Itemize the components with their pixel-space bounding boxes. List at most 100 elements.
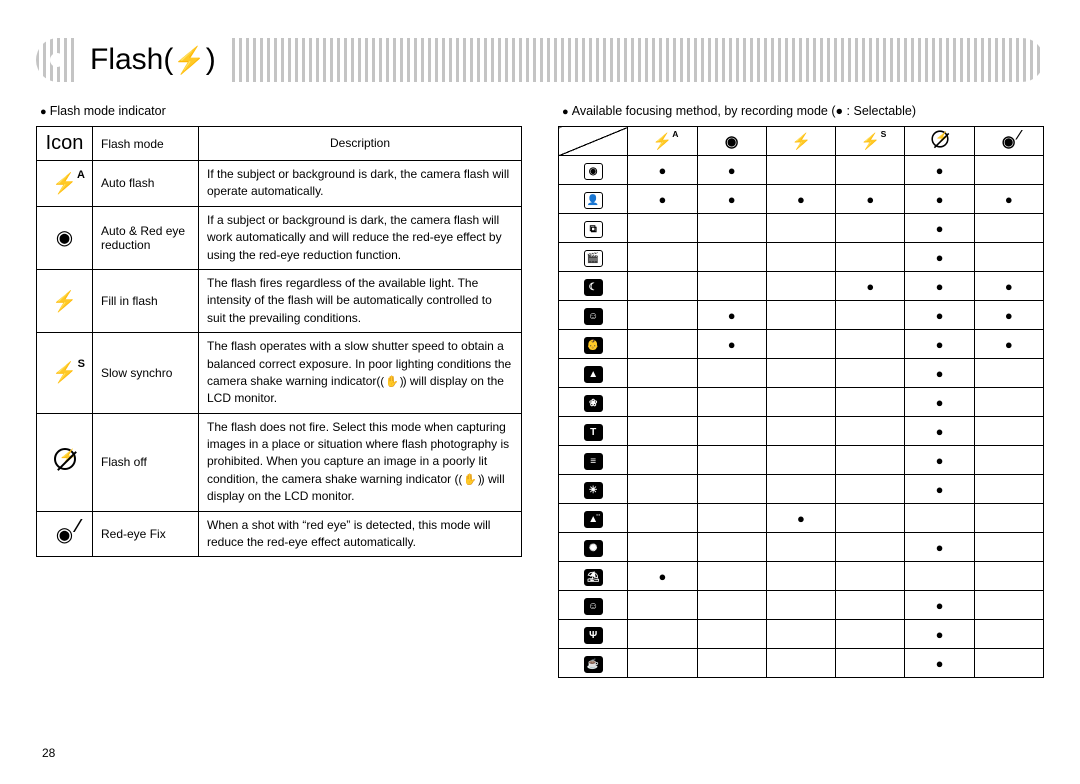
matrix-row-header: ☀ <box>559 475 628 504</box>
flash-mode-table: Icon Flash mode Description Auto flashIf… <box>36 126 522 557</box>
matrix-cell <box>836 562 905 591</box>
matrix-cell <box>766 214 835 243</box>
matrix-col-header: ◉ <box>697 127 766 156</box>
matrix-cell <box>766 504 835 533</box>
landscape-mode-icon: ▲ <box>584 366 603 383</box>
matrix-cell <box>766 388 835 417</box>
row-icon-cell <box>37 161 93 207</box>
row-mode-cell: Auto flash <box>93 161 199 207</box>
row-icon-cell <box>37 269 93 332</box>
matrix-cell <box>974 301 1043 330</box>
red-eye-fix-icon <box>1002 131 1016 151</box>
matrix-row: ◉ <box>559 156 1044 185</box>
matrix-row-header: 👤 <box>559 185 628 214</box>
matrix-row-header: ☺ <box>559 591 628 620</box>
matrix-cell <box>974 620 1043 649</box>
matrix-row-header: Ψ <box>559 620 628 649</box>
matrix-row: ☀ <box>559 475 1044 504</box>
matrix-cell <box>697 214 766 243</box>
selfshot-mode-icon: ☺ <box>584 598 603 615</box>
firework-mode-icon: ✺ <box>584 540 603 557</box>
matrix-cell <box>766 272 835 301</box>
matrix-cell <box>628 214 697 243</box>
matrix-cell <box>766 243 835 272</box>
matrix-cell <box>836 272 905 301</box>
matrix-row: ☺ <box>559 591 1044 620</box>
matrix-col-header <box>905 127 974 156</box>
flash-slow-icon <box>52 360 77 385</box>
matrix-cell <box>628 185 697 214</box>
title-tail: ) <box>206 43 216 77</box>
matrix-cell <box>628 591 697 620</box>
flash-icon <box>52 289 77 314</box>
matrix-cell <box>974 156 1043 185</box>
matrix-row-header: ❀ <box>559 388 628 417</box>
matrix-cell <box>697 446 766 475</box>
backlight-mode-icon: ▲̈ <box>584 511 603 528</box>
matrix-cell <box>836 214 905 243</box>
matrix-cell <box>697 417 766 446</box>
matrix-cell <box>905 475 974 504</box>
matrix-cell <box>974 417 1043 446</box>
table-row: Auto flashIf the subject or background i… <box>37 161 522 207</box>
matrix-cell <box>836 620 905 649</box>
matrix-cell <box>628 649 697 678</box>
matrix-row: ☕ <box>559 649 1044 678</box>
matrix-cell <box>905 649 974 678</box>
row-mode-cell: Flash off <box>93 413 199 511</box>
matrix-cell <box>697 504 766 533</box>
matrix-cell <box>836 185 905 214</box>
table-row: Slow synchroThe flash operates with a sl… <box>37 333 522 414</box>
matrix-cell <box>974 243 1043 272</box>
matrix-cell <box>836 504 905 533</box>
matrix-cell <box>905 301 974 330</box>
matrix-cell <box>766 562 835 591</box>
row-icon-cell <box>37 333 93 414</box>
matrix-cell <box>628 330 697 359</box>
row-desc-cell: The flash operates with a slow shutter s… <box>199 333 522 414</box>
matrix-cell <box>766 156 835 185</box>
matrix-corner <box>559 127 628 156</box>
matrix-cell <box>697 388 766 417</box>
camera-shake-icon <box>458 471 480 487</box>
matrix-cell <box>905 504 974 533</box>
matrix-cell <box>974 475 1043 504</box>
row-icon-cell <box>37 511 93 557</box>
matrix-row-header: ▲̈ <box>559 504 628 533</box>
matrix-row: 🎬 <box>559 243 1044 272</box>
matrix-row-header: ▲ <box>559 359 628 388</box>
dual-mode-icon: ⧉ <box>584 221 603 238</box>
matrix-row: ▲̈ <box>559 504 1044 533</box>
matrix-cell <box>697 620 766 649</box>
flash-mode-indicator-section: Flash mode indicator Icon Flash mode Des… <box>36 102 522 678</box>
matrix-cell <box>766 649 835 678</box>
matrix-row-header: ≡ <box>559 446 628 475</box>
matrix-row: ❀ <box>559 388 1044 417</box>
matrix-cell <box>905 388 974 417</box>
matrix-col-header <box>974 127 1043 156</box>
closeup-mode-icon: ❀ <box>584 395 603 412</box>
camera-shake-icon <box>380 373 402 389</box>
matrix-cell <box>628 417 697 446</box>
matrix-cell <box>697 272 766 301</box>
matrix-cell <box>974 446 1043 475</box>
matrix-cell <box>697 475 766 504</box>
matrix-cell <box>697 185 766 214</box>
dawn-mode-icon: ☀ <box>584 482 603 499</box>
beach-mode-icon: ⛱ <box>584 569 603 586</box>
matrix-cell <box>974 214 1043 243</box>
matrix-row-header: 👶 <box>559 330 628 359</box>
section-caption: Flash mode indicator <box>40 104 522 118</box>
page-title: Flash( ⚡ ) <box>76 38 230 82</box>
matrix-cell <box>905 562 974 591</box>
cafe-mode-icon: ☕ <box>584 656 603 673</box>
matrix-row: 👶 <box>559 330 1044 359</box>
matrix-row: ▲ <box>559 359 1044 388</box>
red-eye-icon: ◉ <box>56 227 73 249</box>
matrix-cell <box>905 446 974 475</box>
matrix-cell <box>836 330 905 359</box>
matrix-row: ☺ <box>559 301 1044 330</box>
availability-matrix-section: Available focusing method, by recording … <box>558 102 1044 678</box>
matrix-cell <box>974 185 1043 214</box>
matrix-cell <box>628 156 697 185</box>
